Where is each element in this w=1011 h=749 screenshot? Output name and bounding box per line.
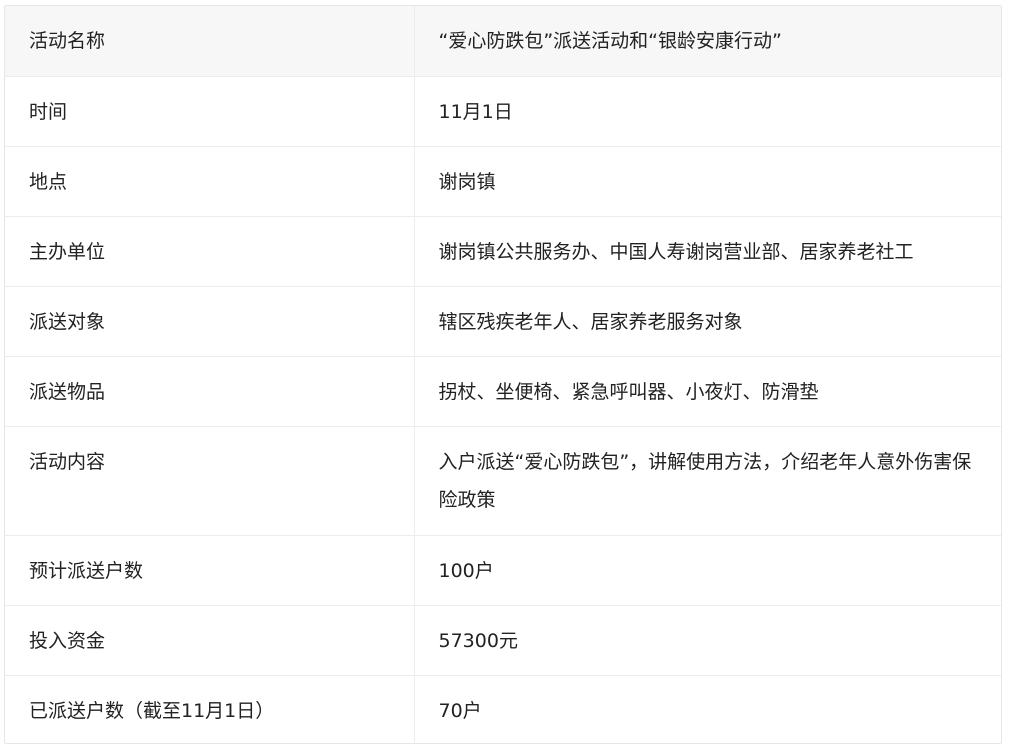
row-label-text: 预计派送户数 <box>29 559 144 582</box>
table-row-time: 时间 11月1日 <box>5 76 1001 147</box>
row-value-text: 入户派送“爱心防跌包”，讲解使用方法，介绍老年人意外伤害保险政策 <box>438 450 972 511</box>
row-label: 派送物品 <box>5 356 415 427</box>
row-label: 主办单位 <box>5 216 415 287</box>
row-value: 入户派送“爱心防跌包”，讲解使用方法，介绍老年人意外伤害保险政策 <box>414 426 1001 536</box>
table-row-activity-name: 活动名称 “爱心防跌包”派送活动和“银龄安康行动” <box>5 6 1001 77</box>
row-value-text: “爱心防跌包”派送活动和“银龄安康行动” <box>438 30 782 52</box>
info-table: 活动名称 “爱心防跌包”派送活动和“银龄安康行动” 时间 11月1日 地点 谢岗… <box>4 5 1002 744</box>
row-label-text: 已派送户数（截至11月1日） <box>29 699 275 722</box>
row-value-text: 11月1日 <box>438 100 513 123</box>
row-value: 谢岗镇公共服务办、中国人寿谢岗营业部、居家养老社工 <box>414 216 1001 287</box>
row-label-text: 活动内容 <box>29 450 106 473</box>
row-label-text: 派送物品 <box>29 380 106 403</box>
row-label-text: 主办单位 <box>29 240 106 263</box>
row-value: 70户 <box>414 675 1001 743</box>
row-value-text: 拐杖、坐便椅、紧急呼叫器、小夜灯、防滑垫 <box>438 380 819 403</box>
table-row-organizer: 主办单位 谢岗镇公共服务办、中国人寿谢岗营业部、居家养老社工 <box>5 216 1001 287</box>
row-value: 57300元 <box>414 605 1001 676</box>
row-value: 拐杖、坐便椅、紧急呼叫器、小夜灯、防滑垫 <box>414 356 1001 427</box>
row-label-text: 时间 <box>29 100 68 123</box>
row-value-text: 谢岗镇公共服务办、中国人寿谢岗营业部、居家养老社工 <box>438 240 914 263</box>
row-value-text: 辖区残疾老年人、居家养老服务对象 <box>438 310 743 333</box>
row-label: 预计派送户数 <box>5 535 415 606</box>
row-value-text: 谢岗镇 <box>438 170 496 193</box>
table-row-location: 地点 谢岗镇 <box>5 146 1001 217</box>
table-row-content: 活动内容 入户派送“爱心防跌包”，讲解使用方法，介绍老年人意外伤害保险政策 <box>5 426 1001 536</box>
row-value: 100户 <box>414 535 1001 606</box>
table-row-planned-households: 预计派送户数 100户 <box>5 535 1001 606</box>
row-label: 派送对象 <box>5 286 415 357</box>
table-row-delivered-households: 已派送户数（截至11月1日） 70户 <box>5 675 1001 743</box>
row-label: 投入资金 <box>5 605 415 676</box>
table-row-funding: 投入资金 57300元 <box>5 605 1001 676</box>
row-label: 时间 <box>5 76 415 147</box>
table-row-items: 派送物品 拐杖、坐便椅、紧急呼叫器、小夜灯、防滑垫 <box>5 356 1001 427</box>
row-value: 谢岗镇 <box>414 146 1001 217</box>
row-label: 活动名称 <box>5 6 415 77</box>
row-value: 11月1日 <box>414 76 1001 147</box>
row-label: 已派送户数（截至11月1日） <box>5 675 415 743</box>
row-value: 辖区残疾老年人、居家养老服务对象 <box>414 286 1001 357</box>
row-label: 地点 <box>5 146 415 217</box>
row-value-text: 57300元 <box>438 629 518 652</box>
row-label-text: 派送对象 <box>29 310 106 333</box>
row-label-text: 地点 <box>29 170 68 193</box>
row-label-text: 活动名称 <box>29 30 106 52</box>
row-label: 活动内容 <box>5 426 415 536</box>
activity-table: 活动名称 “爱心防跌包”派送活动和“银龄安康行动” 时间 11月1日 地点 谢岗… <box>5 6 1001 743</box>
row-value-text: 100户 <box>438 559 494 582</box>
row-value: “爱心防跌包”派送活动和“银龄安康行动” <box>414 6 1001 77</box>
row-label-text: 投入资金 <box>29 629 106 652</box>
table-row-recipients: 派送对象 辖区残疾老年人、居家养老服务对象 <box>5 286 1001 357</box>
row-value-text: 70户 <box>438 699 482 722</box>
